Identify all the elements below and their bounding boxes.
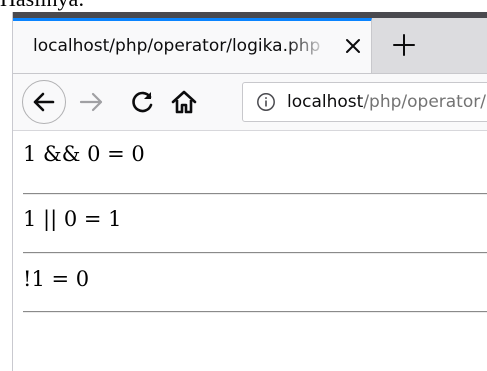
screenshot: Hasilnya: localhost/php/operator/logika.… — [0, 0, 487, 371]
new-tab-plus-icon[interactable] — [391, 32, 417, 58]
forward-button[interactable] — [77, 88, 105, 116]
navigation-toolbar: localhost/php/operator/logika.php — [13, 74, 487, 131]
horizontal-rule — [23, 252, 487, 254]
caption-text: Hasilnya: — [0, 0, 84, 10]
horizontal-rule — [23, 311, 487, 313]
page-content: 1 && 0 = 0 1 || 0 = 1 !1 = 0 — [13, 131, 487, 371]
back-button[interactable] — [22, 80, 66, 124]
arrow-left-icon — [23, 81, 65, 123]
url-host: localhost — [287, 92, 364, 112]
output-line: 1 && 0 = 0 — [23, 142, 145, 166]
arrow-right-icon — [77, 88, 105, 116]
reload-button[interactable] — [129, 88, 157, 116]
output-line: !1 = 0 — [23, 267, 90, 291]
home-button[interactable] — [170, 88, 198, 116]
horizontal-rule — [23, 193, 487, 195]
url-text: localhost/php/operator/logika.php — [287, 92, 487, 112]
output-line: 1 || 0 = 1 — [23, 207, 122, 231]
tab-strip: localhost/php/operator/logika.php — [13, 18, 487, 74]
tab-active[interactable]: localhost/php/operator/logika.php — [13, 18, 372, 73]
url-path: /php/operator/logika.php — [363, 92, 487, 112]
info-icon[interactable] — [256, 92, 276, 112]
home-icon — [170, 88, 198, 116]
close-icon[interactable] — [342, 35, 364, 57]
address-bar[interactable]: localhost/php/operator/logika.php — [242, 82, 487, 122]
browser-window: localhost/php/operator/logika.php localh… — [12, 12, 487, 371]
reload-icon — [129, 88, 157, 116]
tab-title: localhost/php/operator/logika.php — [33, 36, 321, 56]
